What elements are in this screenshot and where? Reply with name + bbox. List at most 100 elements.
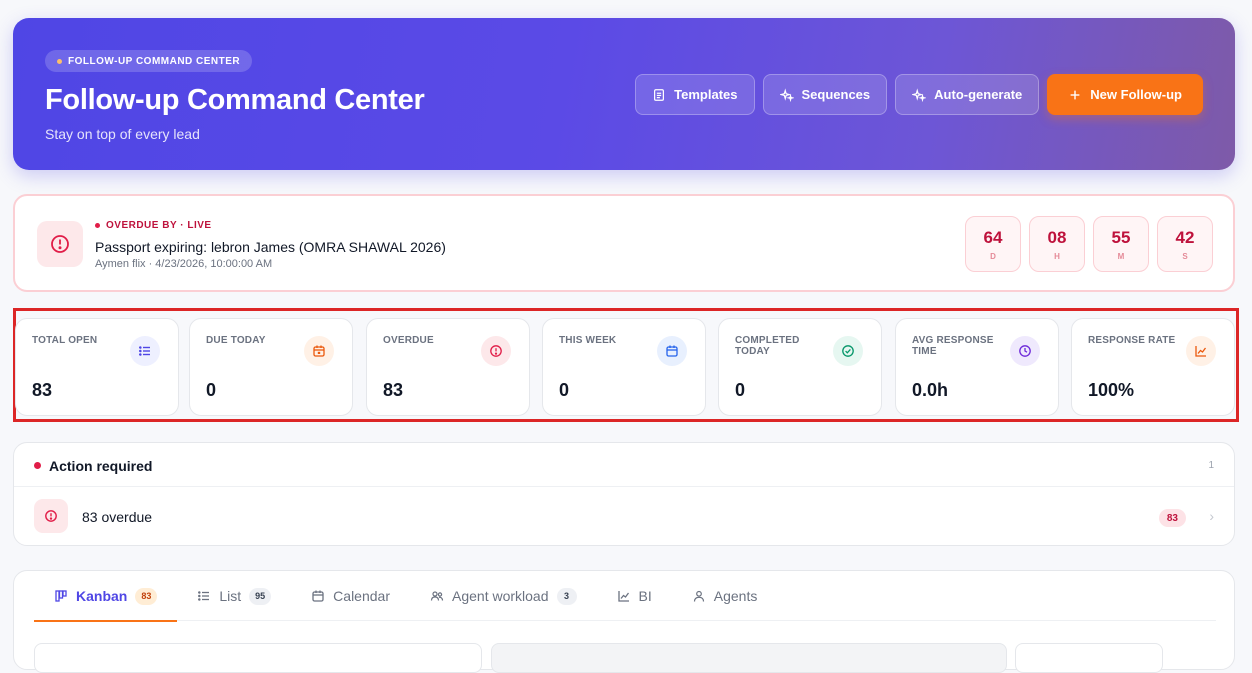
check-circle-icon	[833, 336, 863, 366]
overdue-banner[interactable]: OVERDUE BY · LIVE Passport expiring: leb…	[13, 194, 1235, 292]
countdown-seconds: 42 S	[1157, 216, 1213, 272]
calendar-icon	[312, 590, 324, 602]
stat-value: 83	[383, 380, 404, 400]
stat-label: COMPLETED TODAY	[735, 335, 800, 357]
stat-card-completed-today[interactable]: COMPLETED TODAY 0	[718, 318, 882, 416]
sequences-button[interactable]: Sequences	[762, 74, 888, 115]
tab-badge: 83	[135, 587, 158, 605]
trend-chart-icon	[1186, 336, 1216, 366]
alert-dot	[34, 462, 41, 469]
eyebrow-dot	[57, 58, 62, 64]
stat-label: AVG RESPONSE TIME	[912, 335, 994, 357]
action-required-header: Action required 1	[14, 443, 1234, 487]
calendar-icon	[657, 336, 687, 366]
templates-button[interactable]: Templates	[635, 74, 755, 115]
stat-card-avg-response-time[interactable]: AVG RESPONSE TIME 0.0h	[895, 318, 1059, 416]
clock-icon	[1010, 336, 1040, 366]
stat-label: TOTAL OPEN	[32, 335, 98, 346]
new-followup-button[interactable]: New Follow-up	[1047, 74, 1203, 115]
overdue-label-text: OVERDUE BY · LIVE	[106, 220, 212, 231]
sort-select[interactable]	[1015, 643, 1163, 673]
live-dot	[95, 223, 100, 228]
overdue-meta: Aymen flix · 4/23/2026, 10:00:00 AM	[95, 258, 273, 270]
action-required-count: 1	[1208, 460, 1214, 471]
countdown-hours: 08 H	[1029, 216, 1085, 272]
tab-agents[interactable]: Agents	[672, 571, 778, 621]
stat-value: 100%	[1088, 380, 1135, 400]
stat-card-total-open[interactable]: TOTAL OPEN 83	[15, 318, 179, 416]
stat-value: 83	[32, 380, 53, 400]
tab-label: Calendar	[333, 588, 390, 604]
tab-kanban[interactable]: Kanban 83	[34, 571, 178, 622]
countdown-unit: H	[1054, 251, 1060, 261]
stat-value: 0	[735, 380, 746, 400]
hero-actions: Templates Sequences Auto-generate New Fo…	[635, 74, 1203, 115]
stat-label: OVERDUE	[383, 335, 434, 346]
countdown-unit: D	[990, 251, 996, 261]
tab-label: Agent workload	[452, 588, 549, 604]
tab-agent-workload[interactable]: Agent workload 3	[410, 571, 597, 621]
stat-label: DUE TODAY	[206, 335, 266, 346]
countdown-value: 55	[1111, 227, 1131, 247]
list-icon	[130, 336, 160, 366]
sequences-label: Sequences	[801, 87, 871, 102]
stat-value: 0	[559, 380, 570, 400]
tab-badge: 95	[249, 587, 272, 605]
action-item-badge: 83	[1158, 509, 1186, 527]
new-followup-label: New Follow-up	[1090, 87, 1182, 102]
alert-circle-icon	[37, 221, 83, 267]
tab-label: Kanban	[76, 588, 128, 604]
templates-label: Templates	[674, 87, 738, 102]
stat-label: THIS WEEK	[559, 335, 617, 346]
calendar-today-icon	[304, 336, 334, 366]
countdown-unit: M	[1117, 251, 1125, 261]
list-icon	[198, 591, 210, 601]
stat-card-overdue[interactable]: OVERDUE 83	[366, 318, 530, 416]
eyebrow-label: FOLLOW-UP COMMAND CENTER	[68, 55, 241, 67]
action-required-panel: Action required 1 83 overdue 83 ›	[13, 442, 1235, 546]
tab-label: List	[219, 588, 242, 604]
countdown: 64 D 08 H 55 M 42 S	[965, 216, 1213, 272]
tab-label: BI	[638, 588, 652, 604]
view-tabs: Kanban 83 List 95 Calendar Agent workloa…	[34, 571, 1216, 622]
countdown-days: 64 D	[965, 216, 1021, 272]
chevron-right-icon: ›	[1209, 508, 1214, 524]
plus-icon	[1070, 90, 1080, 99]
user-icon	[693, 590, 704, 602]
sparkles-icon	[912, 87, 927, 102]
page-title: Follow-up Command Center	[45, 84, 425, 116]
action-item-overdue[interactable]: 83 overdue 83 ›	[14, 487, 1234, 547]
overdue-title: Passport expiring: lebron James (OMRA SH…	[95, 239, 446, 255]
countdown-value: 64	[983, 227, 1003, 247]
countdown-unit: S	[1182, 251, 1188, 261]
stat-value: 0.0h	[912, 380, 949, 400]
stat-card-response-rate[interactable]: RESPONSE RATE 100%	[1071, 318, 1235, 416]
sparkles-icon	[779, 87, 794, 102]
alert-circle-icon	[34, 499, 68, 533]
search-input[interactable]	[34, 643, 482, 673]
countdown-minutes: 55 M	[1093, 216, 1149, 272]
hero-eyebrow: FOLLOW-UP COMMAND CENTER	[45, 50, 253, 72]
stat-card-this-week[interactable]: THIS WEEK 0	[542, 318, 706, 416]
tab-list[interactable]: List 95	[177, 571, 291, 621]
action-required-title: Action required	[49, 458, 153, 474]
tab-calendar[interactable]: Calendar	[291, 571, 410, 621]
countdown-value: 42	[1175, 227, 1195, 247]
auto-generate-label: Auto-generate	[934, 87, 1023, 102]
filter-bar[interactable]	[491, 643, 1007, 673]
overdue-label: OVERDUE BY · LIVE	[95, 220, 212, 231]
tab-badge: 3	[556, 587, 577, 605]
alert-circle-icon	[481, 336, 511, 366]
stat-label: RESPONSE RATE	[1088, 335, 1176, 346]
auto-generate-button[interactable]: Auto-generate	[895, 74, 1040, 115]
tab-bi[interactable]: BI	[597, 571, 672, 621]
hero-banner: FOLLOW-UP COMMAND CENTER Follow-up Comma…	[13, 18, 1235, 170]
countdown-value: 08	[1047, 227, 1067, 247]
users-icon	[430, 591, 444, 601]
tab-label: Agents	[713, 588, 758, 604]
document-icon	[654, 88, 665, 101]
page-subtitle: Stay on top of every lead	[45, 126, 200, 142]
stat-card-due-today[interactable]: DUE TODAY 0	[189, 318, 353, 416]
kanban-icon	[55, 590, 67, 602]
stat-value: 0	[206, 380, 217, 400]
